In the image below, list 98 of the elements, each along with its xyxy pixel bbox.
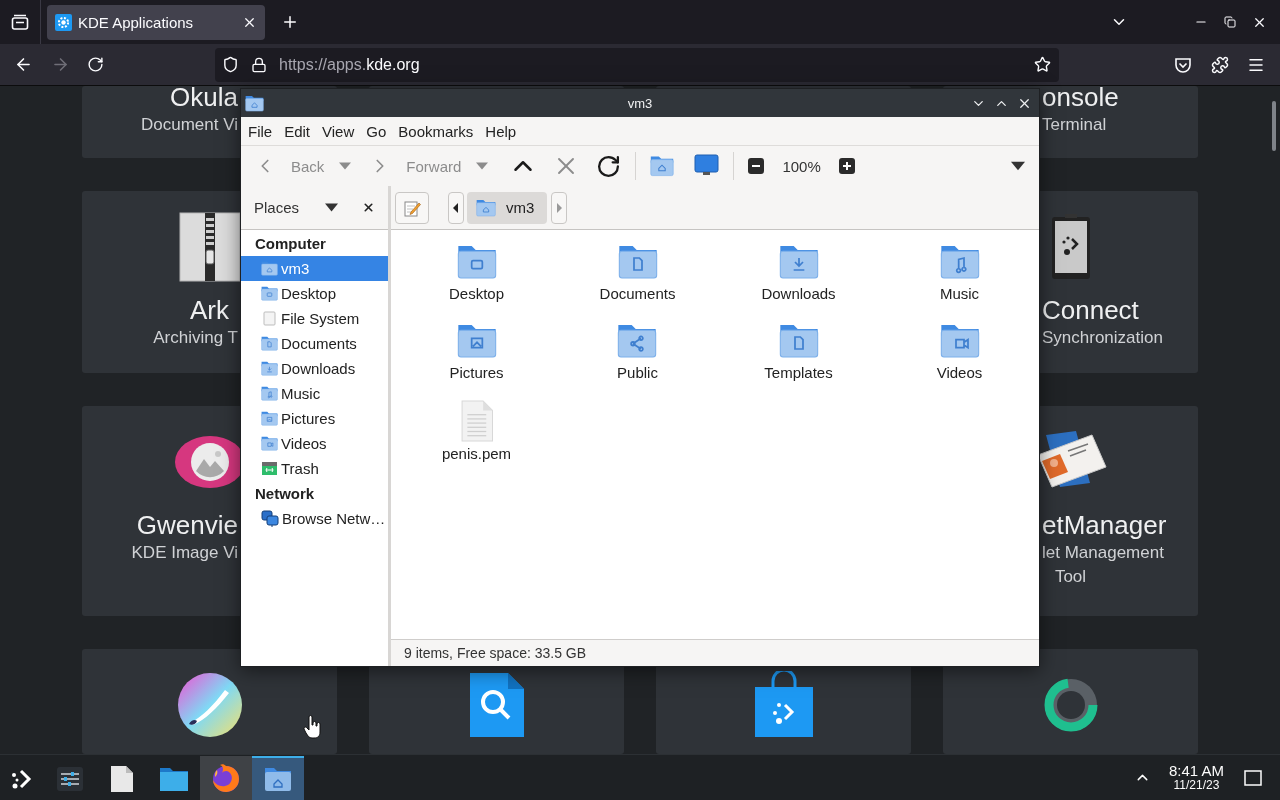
section-heading: Network [254,484,316,504]
places-item[interactable]: File System [241,306,388,331]
places-item[interactable]: Pictures [241,406,388,431]
places-item[interactable]: Documents [241,331,388,356]
folder-tile[interactable]: Downloads [761,242,836,302]
chevron-badge-icon[interactable] [1174,55,1192,74]
folder-icon [261,335,278,352]
restore-icon[interactable] [1224,16,1236,28]
app-title: onsole [1042,86,1119,113]
trash-icon [261,460,278,477]
folder-icon [476,197,496,218]
url-text: https://apps.kde.org [279,55,421,74]
edit-icon [403,198,421,217]
folder-icon [261,410,278,427]
folder-tile[interactable]: Music [939,242,980,302]
folder-icon[interactable] [159,765,189,792]
magnifier-document-icon [468,672,525,738]
folder-icon [245,93,264,113]
brush-icon [176,672,243,738]
places-item[interactable]: Desktop [241,281,388,306]
app-description: Archiving T [153,327,238,349]
lock-icon[interactable] [251,56,267,73]
clock[interactable]: 8:41 AM 11/21/23 [1168,762,1224,793]
document-icon [459,400,494,442]
app-description: KDE Image Vi [131,542,238,564]
app-title: Gwenvie [136,510,238,541]
caret-right-icon [554,202,564,213]
folder-icon [261,435,278,452]
taskbar-item[interactable] [200,755,252,800]
reload-icon[interactable] [87,56,104,73]
shield-icon[interactable] [222,56,239,73]
panel-title: Places [254,199,301,216]
app-description: Document Vi [141,114,238,136]
monitor-icon[interactable] [694,154,720,178]
places-item[interactable]: Music [241,381,388,406]
caret-left-icon [451,202,461,213]
places-item[interactable]: Browse Netw… [241,506,388,531]
menu-item[interactable]: Go [360,119,393,143]
app-title: Connect [1042,295,1139,326]
zoom-level: 100% [782,157,821,175]
phone-icon [1050,214,1091,280]
app-description: Synchronization [1042,327,1163,349]
app-description: Tool [1054,566,1087,588]
window-title: vm3 [627,95,653,111]
folder-icon [261,260,278,277]
folder-tile[interactable]: Templates [764,321,833,381]
places-item[interactable]: Downloads [241,356,388,381]
places-item[interactable]: Trash [241,456,388,481]
folder-icon[interactable] [264,765,292,792]
app-description: let Management [1042,542,1164,564]
browser-icon[interactable] [211,763,241,794]
caret-down-icon[interactable] [325,201,338,214]
document-icon[interactable] [110,764,134,793]
folder-tile[interactable]: Public [617,321,658,381]
section-heading: Computer [254,234,327,254]
folder-icon [261,360,278,377]
tray-icon[interactable] [11,14,29,30]
menu-item[interactable]: Help [479,119,523,143]
path-segment[interactable]: vm3 [467,191,547,224]
scrollbar-thumb[interactable] [1272,101,1276,151]
app-description: Terminal [1042,114,1107,136]
scroll-right-button[interactable] [551,191,567,224]
folder-tile[interactable]: Documents [599,242,676,302]
taskbar-item[interactable] [252,755,304,800]
shopping-bag-icon [752,671,815,739]
folder-icon[interactable] [650,154,675,178]
folder-icon [261,285,278,302]
menu-item[interactable]: File [242,119,279,143]
star-icon[interactable] [1034,56,1051,73]
app-title: Okula [170,86,238,113]
app-title: etManager [1042,510,1167,541]
browser-tab[interactable]: KDE Applications [47,4,265,40]
hand-cursor-icon [303,715,323,739]
places-item[interactable]: vm3 [241,256,388,281]
sliders-icon[interactable] [56,765,84,792]
folder-icon [261,385,278,402]
folder-tile[interactable]: Videos [936,321,983,381]
menu-item[interactable]: Bookmarks [392,119,480,143]
document-tile[interactable]: penis.pem [441,400,512,462]
scroll-left-button[interactable] [448,191,464,224]
gear-logo-icon [55,13,72,31]
close-icon[interactable] [362,201,375,214]
zoom-out-icon[interactable] [748,158,765,174]
folder-tile[interactable]: Pictures [449,321,504,381]
show-desktop-icon[interactable] [1244,769,1262,786]
drive-icon [261,310,278,327]
places-item[interactable]: Videos [241,431,388,456]
reload-icon[interactable] [596,153,622,179]
url-field[interactable]: https://apps.kde.org [215,47,1059,82]
network-icon [261,509,279,528]
puzzle-icon[interactable] [1211,55,1229,74]
status-text: 9 items, Free space: 33.5 GB [404,645,587,661]
folder-tile[interactable]: Desktop [449,242,504,302]
app-title: Ark [190,295,229,326]
zoom-in-icon[interactable] [838,158,855,174]
menu-item[interactable]: Edit [278,119,317,143]
menu-item[interactable]: View [316,119,361,143]
plus-icon[interactable] [281,13,299,31]
